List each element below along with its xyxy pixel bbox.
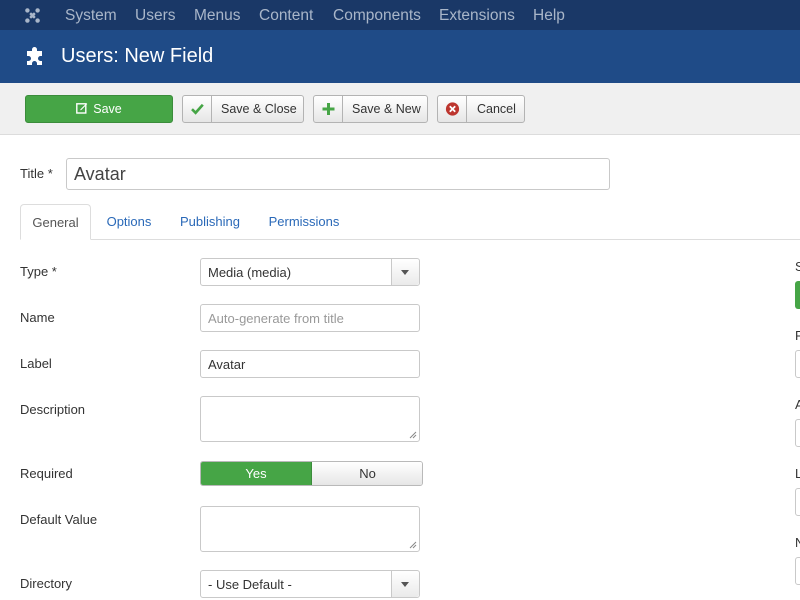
description-label: Description — [20, 402, 86, 417]
directory-label: Directory — [20, 576, 73, 591]
menu-components[interactable]: Components — [333, 7, 421, 24]
label-field-label: Label — [20, 356, 52, 371]
type-select[interactable]: Media (media) — [200, 258, 420, 286]
save-button-label: Save — [93, 102, 122, 116]
right-column-field-5[interactable] — [795, 557, 800, 585]
page-title: Users: New Field — [61, 45, 214, 67]
label-input-value: Avatar — [208, 357, 246, 372]
default-value-textarea[interactable] — [200, 506, 420, 552]
type-label: Type * — [20, 264, 57, 279]
puzzle-plugin-icon — [27, 47, 42, 65]
directory-select[interactable]: - Use Default - — [200, 570, 420, 598]
name-input[interactable]: Auto-generate from title — [200, 304, 420, 332]
save-new-label: Save & New — [352, 102, 421, 116]
page-header: Users: New Field — [0, 30, 800, 83]
title-input-value: Avatar — [74, 164, 126, 184]
directory-select-value: - Use Default - — [208, 577, 292, 592]
menu-content[interactable]: Content — [259, 7, 313, 24]
title-label: Title * — [20, 166, 53, 181]
save-new-button[interactable]: Save & New — [313, 95, 428, 123]
right-column-label-3: A — [795, 397, 800, 412]
required-no-option[interactable]: No — [312, 462, 422, 485]
cancel-circle-icon — [445, 102, 460, 116]
default-value-label: Default Value — [20, 512, 98, 527]
joomla-logo-icon[interactable] — [24, 7, 41, 24]
menu-system[interactable]: System — [65, 7, 117, 24]
right-column-field-3[interactable] — [795, 419, 800, 447]
title-input[interactable]: Avatar — [66, 158, 610, 190]
right-column-label-5: N — [795, 535, 800, 550]
description-textarea[interactable] — [200, 396, 420, 442]
toolbar: Save Save & Close Save & New Cancel — [0, 83, 800, 135]
tab-general[interactable]: General — [20, 204, 91, 240]
required-label: Required — [20, 466, 73, 481]
resize-grip-icon[interactable] — [409, 431, 417, 439]
tab-options[interactable]: Options — [100, 204, 158, 240]
menu-menus[interactable]: Menus — [194, 7, 241, 24]
right-column-toggle[interactable] — [795, 281, 800, 309]
tab-publishing[interactable]: Publishing — [174, 204, 246, 240]
save-close-label: Save & Close — [221, 102, 297, 116]
menu-help[interactable]: Help — [533, 7, 565, 24]
label-input[interactable]: Avatar — [200, 350, 420, 378]
save-button[interactable]: Save — [25, 95, 173, 123]
name-label: Name — [20, 310, 55, 325]
top-navigation-bar: System Users Menus Content Components Ex… — [0, 0, 800, 30]
tab-permissions[interactable]: Permissions — [262, 204, 346, 240]
resize-grip-icon[interactable] — [409, 541, 417, 549]
menu-extensions[interactable]: Extensions — [439, 7, 515, 24]
required-yes-option[interactable]: Yes — [201, 462, 312, 485]
name-input-placeholder: Auto-generate from title — [208, 311, 344, 326]
chevron-down-icon — [401, 582, 409, 587]
chevron-down-icon — [401, 270, 409, 275]
cancel-button[interactable]: Cancel — [437, 95, 525, 123]
plus-icon — [322, 103, 335, 115]
right-column-label-2: F — [795, 328, 800, 343]
save-close-button[interactable]: Save & Close — [182, 95, 304, 123]
right-column-field-2[interactable] — [795, 350, 800, 378]
edit-icon — [76, 103, 88, 114]
right-column-label-4: L — [795, 466, 800, 481]
right-column-field-4[interactable] — [795, 488, 800, 516]
cancel-label: Cancel — [477, 102, 516, 116]
menu-users[interactable]: Users — [135, 7, 175, 24]
checkmark-icon — [191, 103, 204, 115]
required-toggle[interactable]: Yes No — [200, 461, 423, 486]
right-column-label-1: S — [795, 259, 800, 274]
type-select-value: Media (media) — [208, 265, 292, 280]
